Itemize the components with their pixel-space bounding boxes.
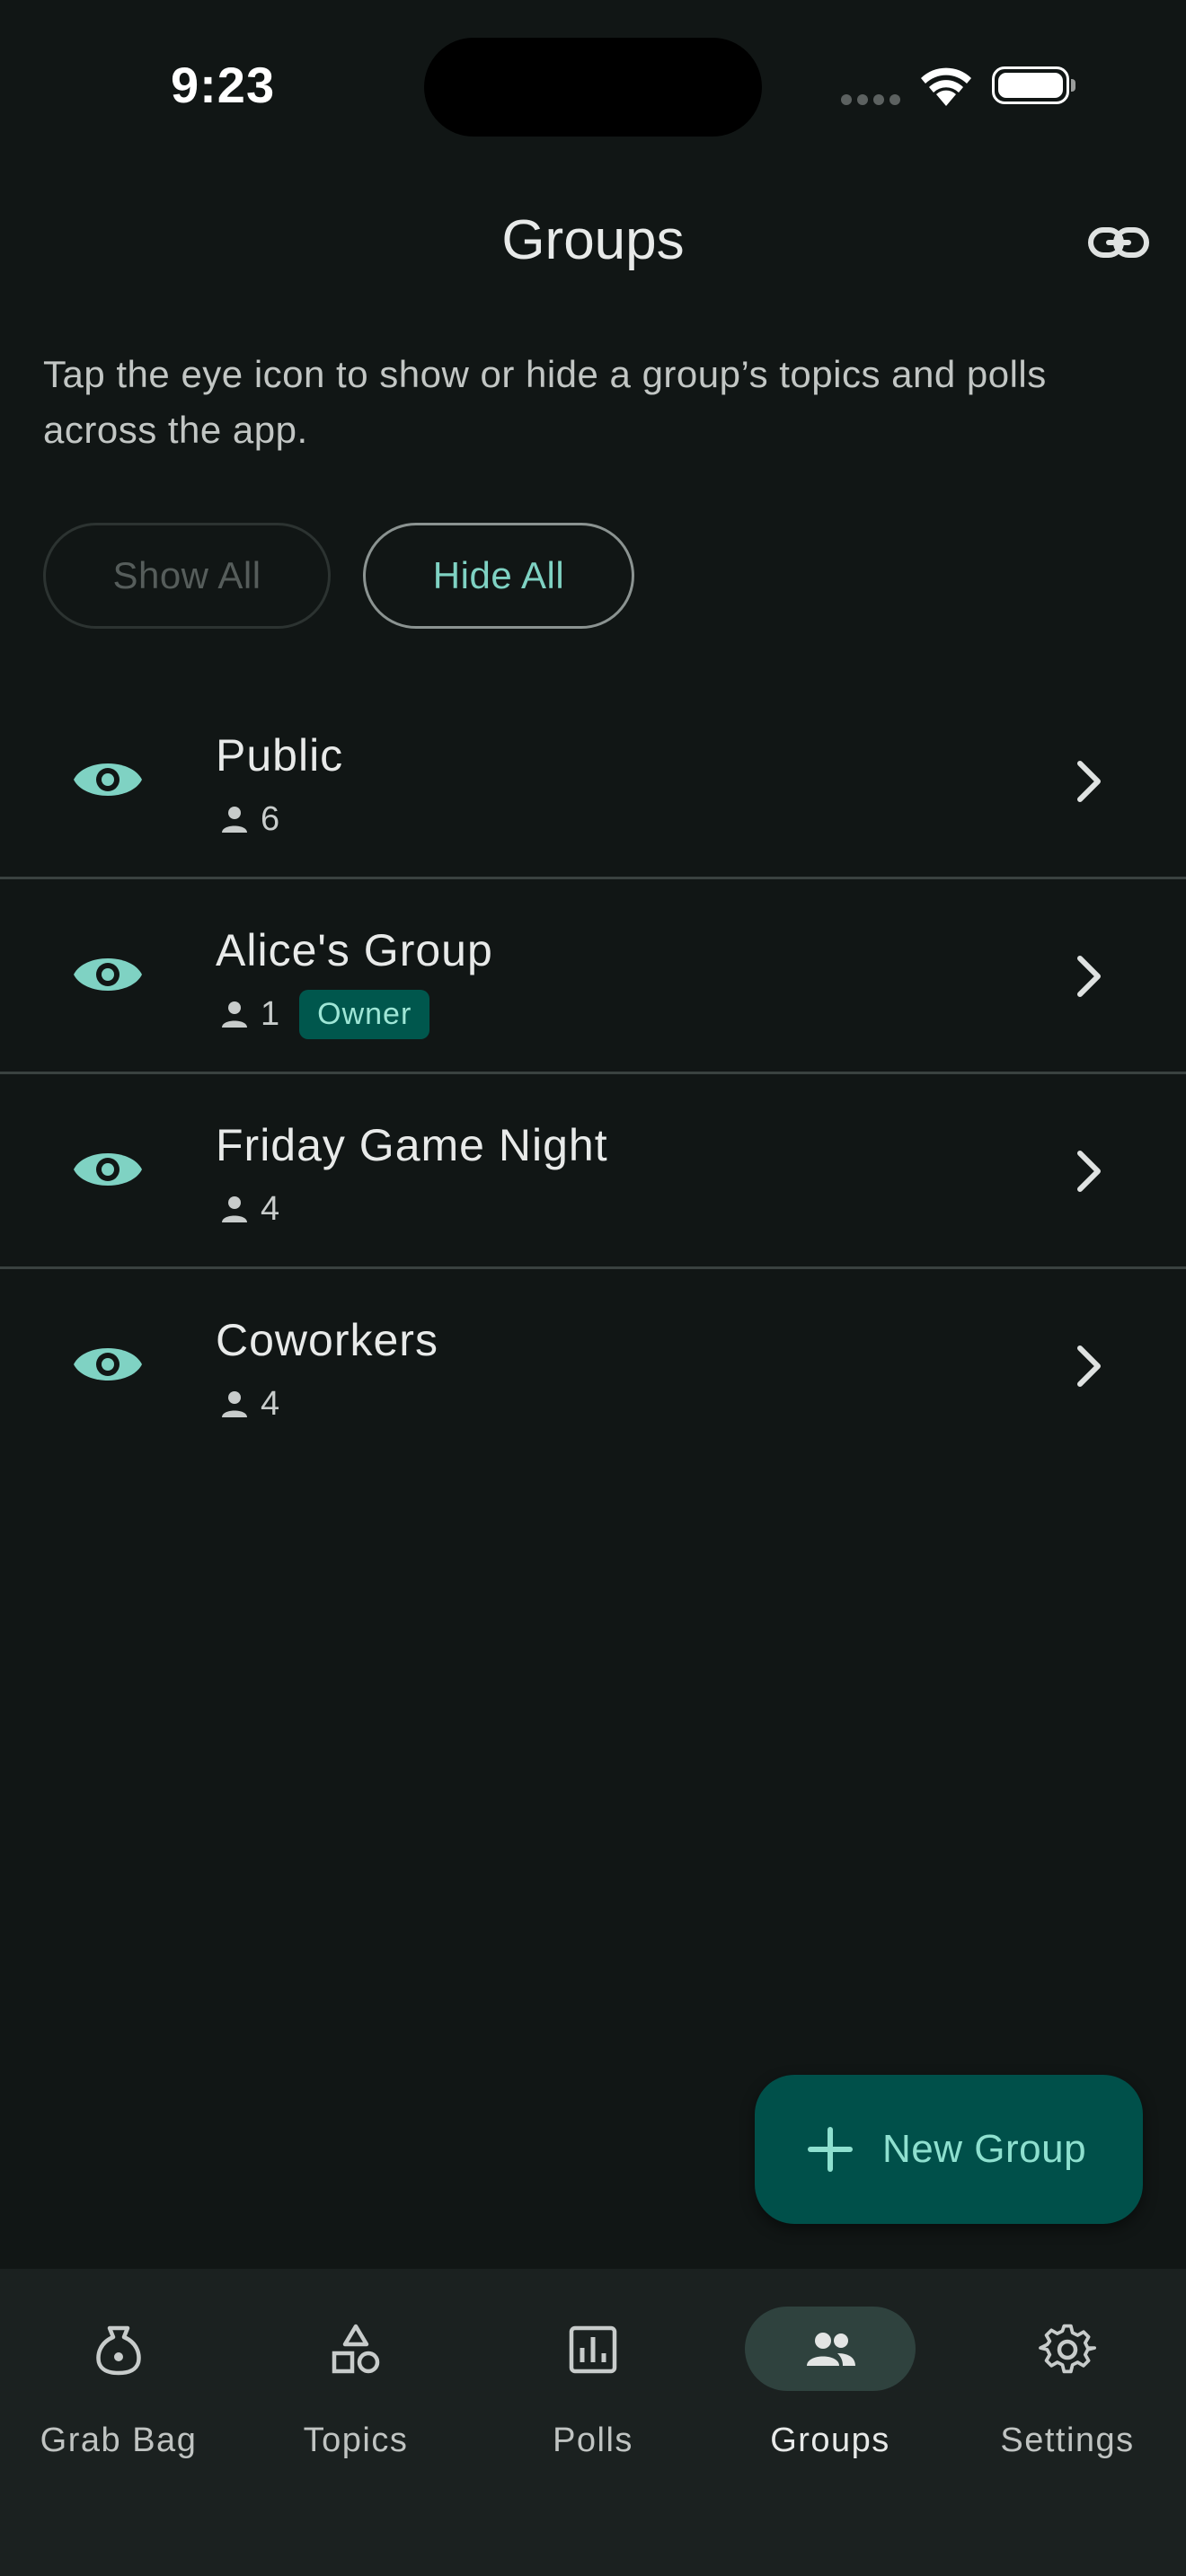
eye-icon[interactable]: [72, 753, 144, 807]
chevron-right-icon: [1077, 1345, 1101, 1387]
dynamic-island: [424, 38, 762, 137]
cellular-signal-icon: [841, 93, 906, 110]
new-group-label: New Group: [882, 2127, 1087, 2171]
nav-item-groups[interactable]: Groups: [712, 2269, 949, 2475]
poll-chart-icon: [569, 2325, 617, 2374]
show-all-button[interactable]: Show All: [43, 523, 331, 629]
eye-icon[interactable]: [72, 1337, 144, 1391]
group-meta: 4: [219, 1379, 279, 1429]
group-row[interactable]: Friday Game Night 4: [0, 1074, 1186, 1269]
link-icon[interactable]: [1087, 216, 1150, 269]
plus-icon: [808, 2127, 853, 2172]
gear-icon: [1039, 2324, 1096, 2374]
group-name: Friday Game Night: [216, 1120, 608, 1170]
hide-all-button[interactable]: Hide All: [363, 523, 634, 629]
chevron-right-icon: [1077, 1151, 1101, 1192]
group-meta: 1 Owner: [219, 989, 430, 1039]
chevron-right-icon: [1077, 761, 1101, 802]
person-icon: [222, 1001, 247, 1028]
battery-icon: [992, 66, 1075, 104]
member-count: 4: [261, 1384, 280, 1423]
eye-icon[interactable]: [72, 1142, 144, 1196]
group-meta: 4: [219, 1184, 279, 1234]
shapes-icon: [332, 2324, 380, 2374]
page-title: Groups: [501, 209, 685, 271]
bottom-navigation: Grab Bag Topics Polls Groups Settings: [0, 2269, 1186, 2576]
owner-badge: Owner: [299, 989, 430, 1039]
group-list: Public 6 Alice's Group 1 Owner Friday Ga…: [0, 684, 1186, 1461]
nav-label: Settings: [1000, 2422, 1135, 2459]
group-row[interactable]: Coworkers 4: [0, 1269, 1186, 1461]
new-group-button[interactable]: New Group: [755, 2075, 1143, 2224]
bag-icon: [96, 2325, 141, 2376]
nav-label: Groups: [770, 2422, 890, 2459]
member-count: 4: [261, 1189, 280, 1228]
status-bar: 9:23: [0, 0, 1186, 180]
person-icon: [222, 807, 247, 833]
member-count: 1: [261, 994, 280, 1033]
group-name: Public: [216, 730, 344, 781]
nav-item-topics[interactable]: Topics: [237, 2269, 474, 2475]
nav-item-settings[interactable]: Settings: [949, 2269, 1186, 2475]
person-icon: [222, 1196, 247, 1222]
eye-icon[interactable]: [72, 948, 144, 1001]
nav-item-polls[interactable]: Polls: [474, 2269, 712, 2475]
nav-label: Topics: [303, 2422, 409, 2459]
person-icon: [222, 1391, 247, 1417]
member-count: 6: [261, 799, 280, 838]
status-time: 9:23: [171, 57, 276, 113]
chevron-right-icon: [1077, 956, 1101, 997]
group-row[interactable]: Alice's Group 1 Owner: [0, 879, 1186, 1074]
nav-label: Grab Bag: [40, 2422, 198, 2459]
group-name: Coworkers: [216, 1315, 438, 1365]
wifi-icon: [921, 67, 971, 106]
group-meta: 6: [219, 794, 279, 844]
people-icon: [807, 2333, 855, 2366]
nav-item-grab-bag[interactable]: Grab Bag: [0, 2269, 237, 2475]
group-name: Alice's Group: [216, 925, 493, 975]
group-row[interactable]: Public 6: [0, 684, 1186, 879]
nav-label: Polls: [553, 2422, 633, 2459]
description-text: Tap the eye icon to show or hide a group…: [43, 353, 1047, 451]
